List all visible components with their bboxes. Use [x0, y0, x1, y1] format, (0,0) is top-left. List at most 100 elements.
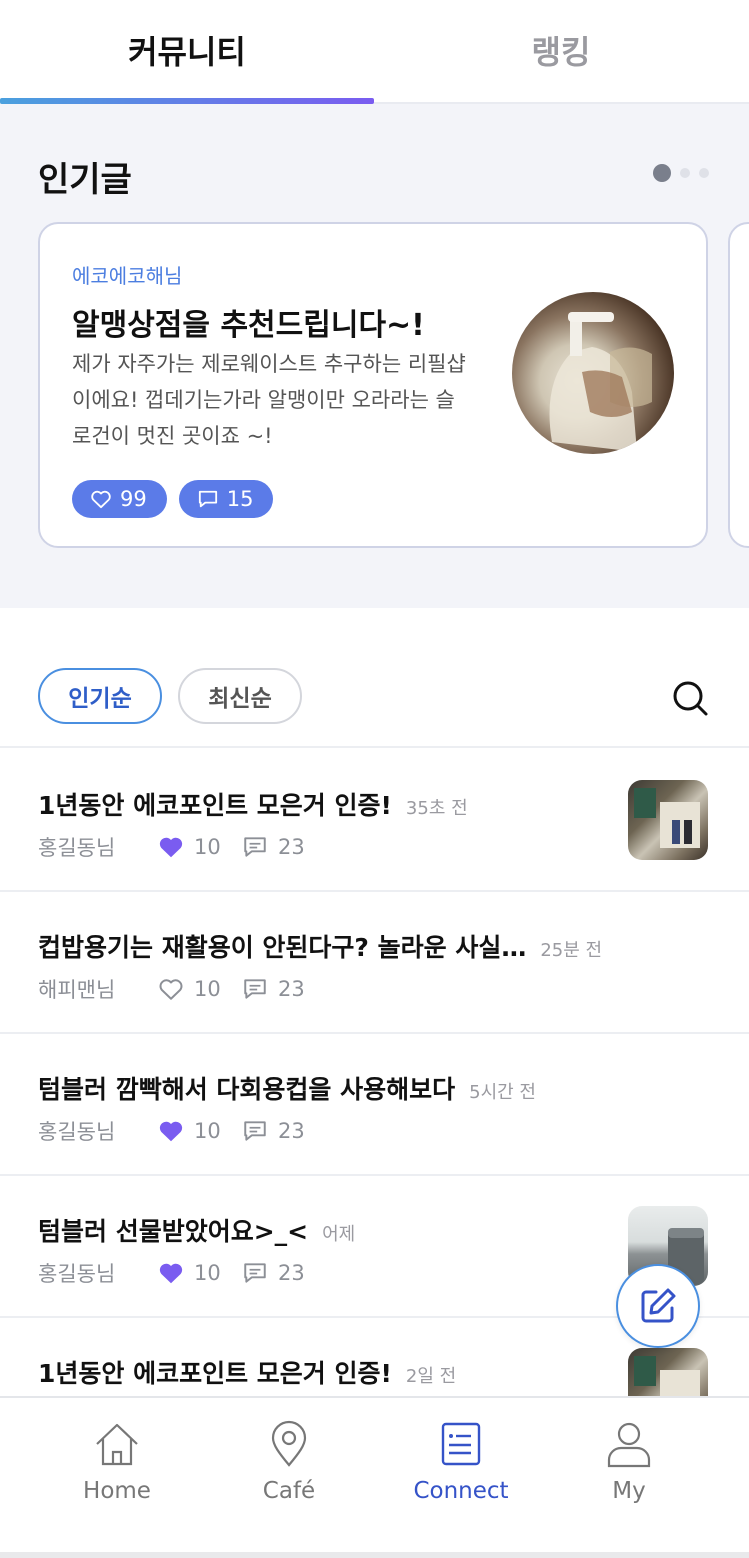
heart-outline-icon	[91, 490, 111, 509]
nav-my-label: My	[612, 1478, 646, 1504]
post-like-count: 10	[194, 1119, 221, 1143]
post-like-count: 10	[194, 835, 221, 859]
post-likes[interactable]: 10	[158, 1119, 242, 1143]
home-icon	[96, 1423, 138, 1466]
post-thumbnail	[628, 780, 708, 860]
post-meta: 홍길동님 10 23	[38, 832, 305, 862]
popular-post-card[interactable]: 에코에코해님 알맹상점을 추천드립니다~! 제가 자주가는 제로웨이스트 추구하…	[38, 222, 708, 548]
bottom-navigation: Home Café Connect My	[0, 1396, 749, 1558]
location-pin-icon	[271, 1420, 307, 1467]
card-body: 제가 자주가는 제로웨이스트 추구하는 리필샵이에요! 껍데기는가라 알맹이만 …	[72, 352, 466, 448]
search-button[interactable]	[670, 678, 710, 718]
post-author: 홍길동님	[38, 836, 116, 860]
next-popular-card-peek[interactable]	[728, 222, 749, 548]
post-author: 홍길동님	[38, 1120, 116, 1144]
sort-latest-label: 최신순	[208, 686, 272, 712]
search-icon	[673, 681, 708, 716]
tab-ranking-label: 랭킹	[531, 33, 591, 71]
post-time: 35초 전	[405, 798, 468, 819]
post-author: 홍길동님	[38, 1262, 116, 1286]
edit-icon	[641, 1288, 676, 1323]
card-comment-number: 15	[226, 487, 254, 511]
post-title: 텀블러 선물받았어요>_<	[38, 1217, 309, 1246]
post-title-line: 컵밥용기는 재활용이 안된다구? 놀라운 사실… 25분 전	[38, 928, 628, 964]
post-title-line: 1년동안 에코포인트 모은거 인증! 35초 전	[38, 786, 628, 822]
user-icon	[607, 1422, 651, 1468]
post-meta: 홍길동님 10 23	[38, 1116, 305, 1146]
carousel-dot-3[interactable]	[699, 168, 709, 178]
post-comments[interactable]: 23	[242, 1261, 305, 1285]
post-time: 어제	[322, 1224, 356, 1245]
carousel-pagination	[653, 164, 709, 182]
post-likes[interactable]: 10	[158, 835, 242, 859]
sort-popular-chip[interactable]: 인기순	[38, 668, 162, 724]
post-title-line: 텀블러 깜빡해서 다회용컵을 사용해보다 5시간 전	[38, 1070, 628, 1106]
tab-ranking[interactable]: 랭킹	[374, 0, 748, 100]
post-title: 텀블러 깜빡해서 다회용컵을 사용해보다	[38, 1075, 456, 1104]
post-comments[interactable]: 23	[242, 835, 305, 859]
post-time: 25분 전	[540, 940, 603, 961]
heart-filled-icon	[159, 1263, 183, 1284]
post-list: 1년동안 에코포인트 모은거 인증! 35초 전 홍길동님 10 23 컵밥용기…	[0, 750, 749, 1460]
post-time: 2일 전	[405, 1366, 457, 1387]
nav-cafe-label: Café	[262, 1478, 316, 1504]
heart-filled-icon	[159, 837, 183, 858]
post-like-count: 10	[194, 977, 221, 1001]
sort-popular-label: 인기순	[68, 686, 132, 712]
post-row[interactable]: 텀블러 깜빡해서 다회용컵을 사용해보다 5시간 전 홍길동님 10 23	[0, 1034, 749, 1176]
popular-section-title: 인기글	[38, 160, 132, 200]
card-like-number: 99	[120, 487, 147, 511]
nav-my[interactable]: My	[544, 1420, 714, 1530]
card-stats: 99 15	[72, 480, 274, 518]
nav-home-label: Home	[83, 1478, 151, 1504]
card-photo-illustration	[549, 312, 652, 452]
comment-icon	[244, 1263, 266, 1283]
card-image	[512, 292, 674, 454]
post-comments[interactable]: 23	[242, 977, 305, 1001]
comment-icon	[244, 1121, 266, 1141]
post-comment-count: 23	[278, 977, 305, 1001]
nav-connect-label: Connect	[413, 1478, 509, 1504]
post-row[interactable]: 1년동안 에코포인트 모은거 인증! 35초 전 홍길동님 10 23	[0, 750, 749, 892]
post-meta: 해피맨님 10 23	[38, 974, 305, 1004]
post-meta: 홍길동님 10 23	[38, 1258, 305, 1288]
card-title: 알맹상점을 추천드립니다~!	[72, 308, 425, 343]
write-post-button[interactable]	[616, 1264, 700, 1348]
post-title: 1년동안 에코포인트 모은거 인증!	[38, 791, 392, 820]
nav-cafe[interactable]: Café	[204, 1420, 374, 1530]
post-title: 컵밥용기는 재활용이 안된다구? 놀라운 사실…	[38, 933, 527, 962]
post-title-line: 1년동안 에코포인트 모은거 인증! 2일 전	[38, 1354, 628, 1390]
post-time: 5시간 전	[469, 1082, 536, 1103]
carousel-dot-2[interactable]	[680, 168, 690, 178]
thumbnail-illustration	[634, 788, 700, 848]
sort-latest-chip[interactable]: 최신순	[178, 668, 302, 724]
post-comments[interactable]: 23	[242, 1119, 305, 1143]
nav-home[interactable]: Home	[32, 1420, 202, 1530]
comment-icon	[244, 837, 266, 857]
heart-filled-icon	[159, 1121, 183, 1142]
post-comment-count: 23	[278, 1261, 305, 1285]
card-like-count[interactable]: 99	[72, 480, 167, 518]
sort-filter-bar: 인기순 최신순	[0, 608, 749, 748]
popular-section: 인기글 에코에코해님 알맹상점을 추천드립니다~! 제가 자주가는 제로웨이스트…	[0, 104, 749, 608]
list-icon	[441, 1422, 481, 1466]
card-comment-count[interactable]: 15	[178, 480, 274, 518]
comment-icon	[198, 490, 217, 508]
tab-community-label: 커뮤니티	[128, 33, 246, 71]
post-title: 1년동안 에코포인트 모은거 인증!	[38, 1359, 392, 1388]
post-row[interactable]: 컵밥용기는 재활용이 안된다구? 놀라운 사실… 25분 전 해피맨님 10 2…	[0, 892, 749, 1034]
comment-icon	[244, 979, 266, 999]
tab-community[interactable]: 커뮤니티	[0, 0, 374, 100]
post-likes[interactable]: 10	[158, 977, 242, 1001]
post-likes[interactable]: 10	[158, 1261, 242, 1285]
post-comment-count: 23	[278, 1119, 305, 1143]
post-author: 해피맨님	[38, 978, 116, 1002]
carousel-dot-1[interactable]	[653, 164, 671, 182]
card-author: 에코에코해님	[72, 264, 183, 288]
nav-connect[interactable]: Connect	[376, 1420, 546, 1530]
post-comment-count: 23	[278, 835, 305, 859]
post-like-count: 10	[194, 1261, 221, 1285]
top-tab-bar: 커뮤니티 랭킹	[0, 0, 749, 104]
post-title-line: 텀블러 선물받았어요>_< 어제	[38, 1212, 628, 1248]
home-indicator-bar	[0, 1552, 749, 1558]
